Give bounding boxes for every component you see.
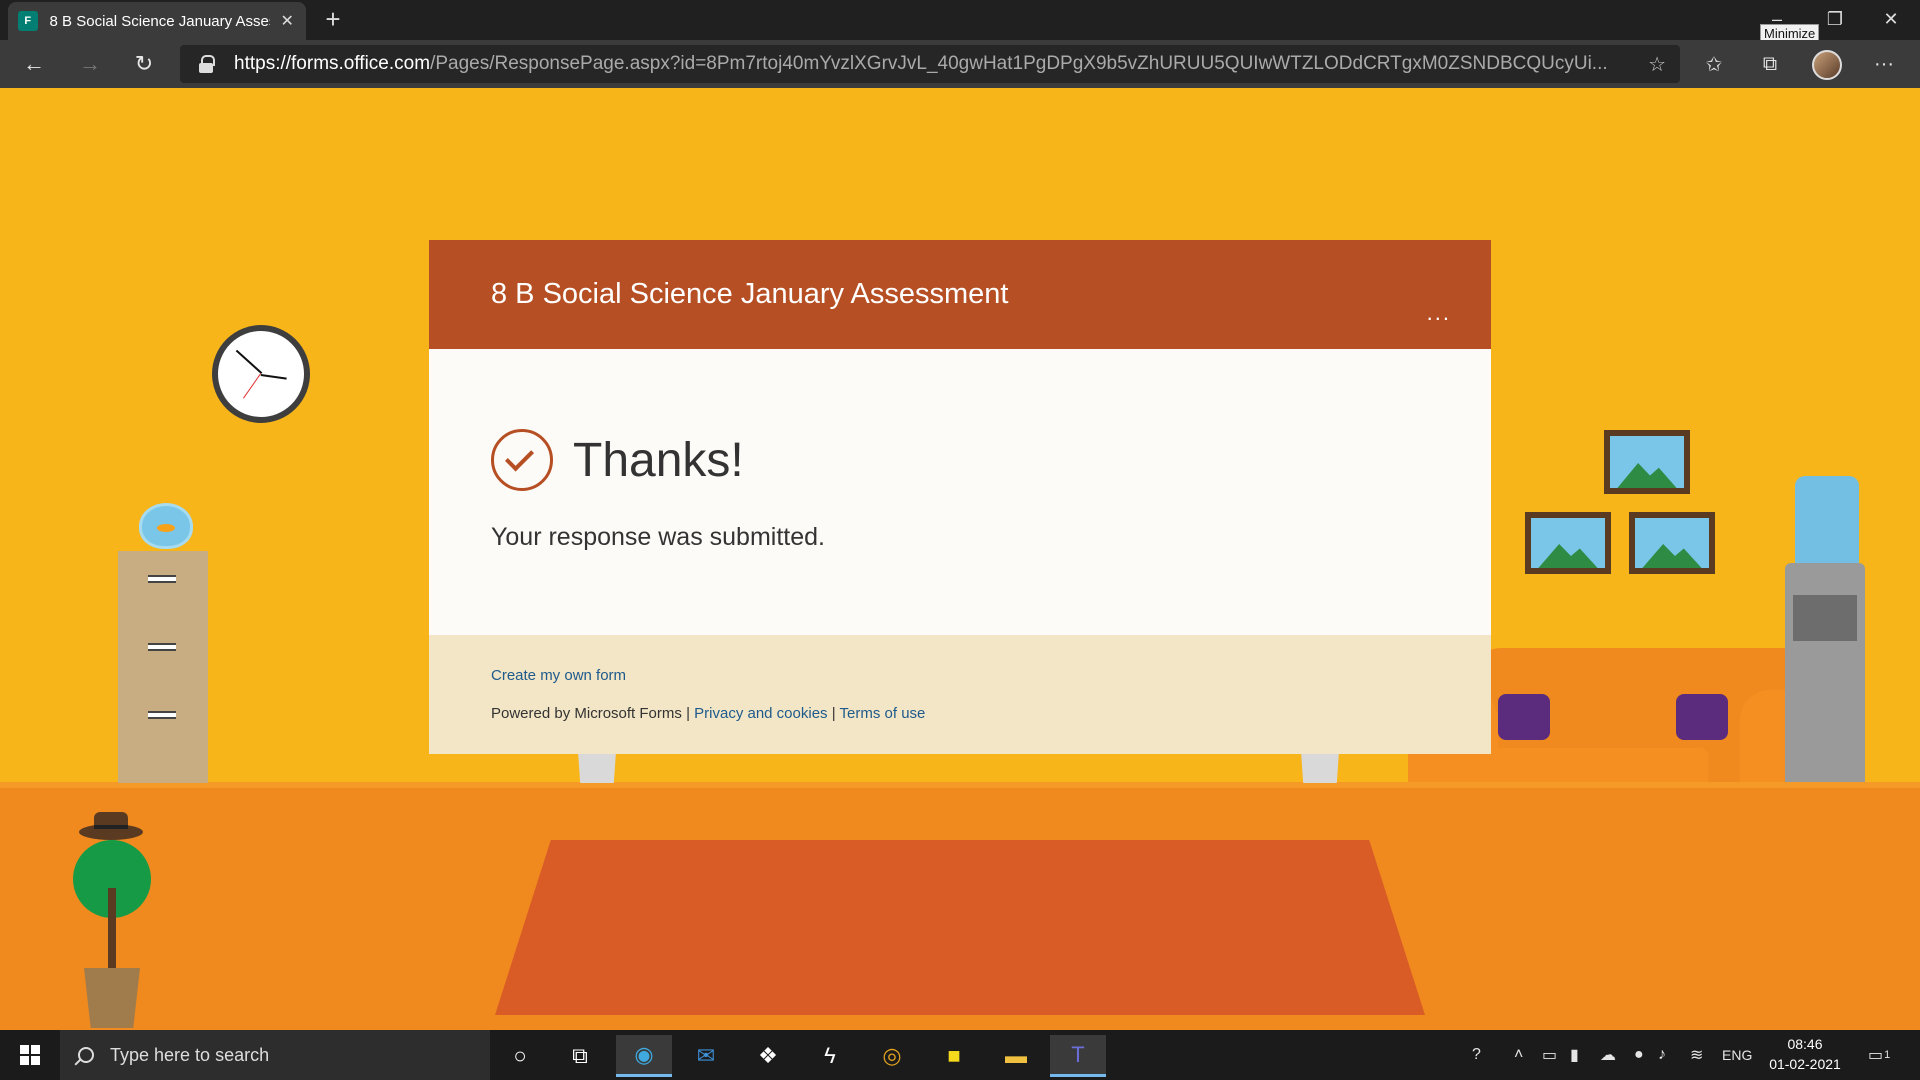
tree-trunk: [108, 888, 116, 968]
help-icon[interactable]: ?: [1472, 1030, 1481, 1080]
tree-pot: [84, 968, 140, 1028]
mail-icon[interactable]: ✉: [678, 1035, 734, 1077]
submission-message: Your response was submitted.: [491, 523, 825, 551]
privacy-link[interactable]: Privacy and cookies: [694, 705, 827, 722]
browser-toolbar: ← → ↻ https://forms.office.com /Pages/Re…: [0, 40, 1920, 88]
browser-tab-bar: F 8 B Social Science January Assessment …: [0, 0, 1920, 43]
refresh-button[interactable]: ↻: [126, 46, 162, 82]
picture-frame-icon: [1604, 430, 1690, 494]
taskbar-search[interactable]: Type here to search: [60, 1030, 490, 1080]
clock-date: 01-02-2021: [1769, 1056, 1841, 1072]
search-placeholder: Type here to search: [110, 1044, 270, 1065]
clock-time: 08:46: [1787, 1036, 1823, 1052]
notification-count: 1: [1884, 1049, 1891, 1061]
separator: |: [831, 705, 836, 722]
thanks-heading: Thanks!: [573, 434, 744, 487]
collections-icon[interactable]: ⧉: [1750, 46, 1790, 82]
language-indicator[interactable]: ENG: [1722, 1030, 1752, 1080]
hat-icon: [79, 812, 143, 840]
chevron-up-icon[interactable]: ˄: [1514, 1030, 1523, 1080]
dropbox-icon[interactable]: ❖: [740, 1035, 796, 1077]
sofa-seat: [1468, 748, 1708, 782]
tab-title: 8 B Social Science January Assessment: [49, 12, 271, 30]
picture-frame-icon: [1629, 512, 1715, 574]
add-favorite-icon[interactable]: ☆: [1648, 52, 1666, 77]
windows-taskbar: Type here to search ○ ⧉ ◉ ✉ ❖ ϟ ◎ ■ ▬ T …: [0, 1030, 1920, 1080]
filing-cabinet: [118, 551, 208, 783]
create-form-link[interactable]: Create my own form: [491, 667, 626, 684]
checkmark-icon: [491, 429, 553, 491]
windows-logo-icon: [20, 1045, 40, 1065]
water-cooler: [1785, 563, 1865, 782]
forward-button[interactable]: →: [72, 46, 108, 82]
start-button[interactable]: [0, 1030, 60, 1080]
form-header: 8 B Social Science January Assessment ..…: [429, 240, 1491, 349]
task-view-icon[interactable]: ⧉: [552, 1035, 608, 1077]
microphone-icon[interactable]: ●: [1634, 1030, 1644, 1080]
sticky-notes-icon[interactable]: ■: [926, 1035, 982, 1077]
profile-avatar[interactable]: [1812, 50, 1842, 80]
chrome-icon[interactable]: ◎: [864, 1035, 920, 1077]
forms-background-scene: 8 B Social Science January Assessment ..…: [0, 88, 1920, 1030]
lock-icon[interactable]: [198, 55, 215, 73]
rug: [495, 840, 1425, 1015]
powered-by-text: Powered by Microsoft Forms: [491, 705, 682, 722]
separator: |: [686, 705, 690, 722]
url-path: /Pages/ResponsePage.aspx?id=8Pm7rtoj40mY…: [430, 53, 1608, 74]
cortana-icon[interactable]: ○: [492, 1035, 548, 1077]
water-bottle: [1795, 476, 1859, 566]
address-bar[interactable]: https://forms.office.com /Pages/Response…: [180, 45, 1680, 83]
edge-browser-icon[interactable]: ◉: [616, 1035, 672, 1077]
search-icon: [78, 1047, 94, 1063]
favorites-icon[interactable]: ✩: [1694, 46, 1734, 82]
close-tab-icon[interactable]: ✕: [278, 11, 296, 31]
file-explorer-icon[interactable]: ▬: [988, 1035, 1044, 1077]
wall-clock-icon: [212, 325, 310, 423]
footer-line: Powered by Microsoft Forms | Privacy and…: [491, 705, 925, 722]
onedrive-cloud-icon[interactable]: ☁: [1600, 1030, 1616, 1080]
app-bolt-icon[interactable]: ϟ: [802, 1035, 858, 1077]
back-button[interactable]: ←: [16, 46, 52, 82]
forms-favicon-icon: F: [18, 11, 38, 31]
fishbowl-icon: [139, 503, 193, 549]
form-card: 8 B Social Science January Assessment ..…: [429, 240, 1491, 754]
terms-link[interactable]: Terms of use: [840, 705, 926, 722]
teams-icon[interactable]: T: [1050, 1035, 1106, 1077]
browser-tab[interactable]: F 8 B Social Science January Assessment …: [8, 2, 306, 40]
picture-frame-icon: [1525, 512, 1611, 574]
close-window-button[interactable]: ✕: [1862, 0, 1920, 38]
pillow: [1676, 694, 1728, 740]
battery-icon[interactable]: ▮: [1570, 1030, 1579, 1080]
taskbar-clock[interactable]: 08:46 01-02-2021: [1760, 1034, 1850, 1074]
pillow: [1498, 694, 1550, 740]
wifi-icon[interactable]: ≋: [1690, 1030, 1703, 1080]
form-title: 8 B Social Science January Assessment: [491, 278, 1009, 310]
settings-more-icon[interactable]: ···: [1864, 46, 1904, 82]
form-footer: Create my own form Powered by Microsoft …: [429, 635, 1491, 754]
form-body: Thanks! Your response was submitted.: [429, 349, 1491, 635]
more-options-icon[interactable]: ...: [1427, 300, 1451, 326]
volume-icon[interactable]: ♪: [1658, 1030, 1666, 1080]
meet-now-icon[interactable]: ▭: [1542, 1030, 1557, 1080]
url-host: https://forms.office.com: [234, 53, 431, 74]
notifications-icon[interactable]: ▭ 1: [1868, 1030, 1890, 1080]
new-tab-button[interactable]: +: [318, 4, 348, 35]
